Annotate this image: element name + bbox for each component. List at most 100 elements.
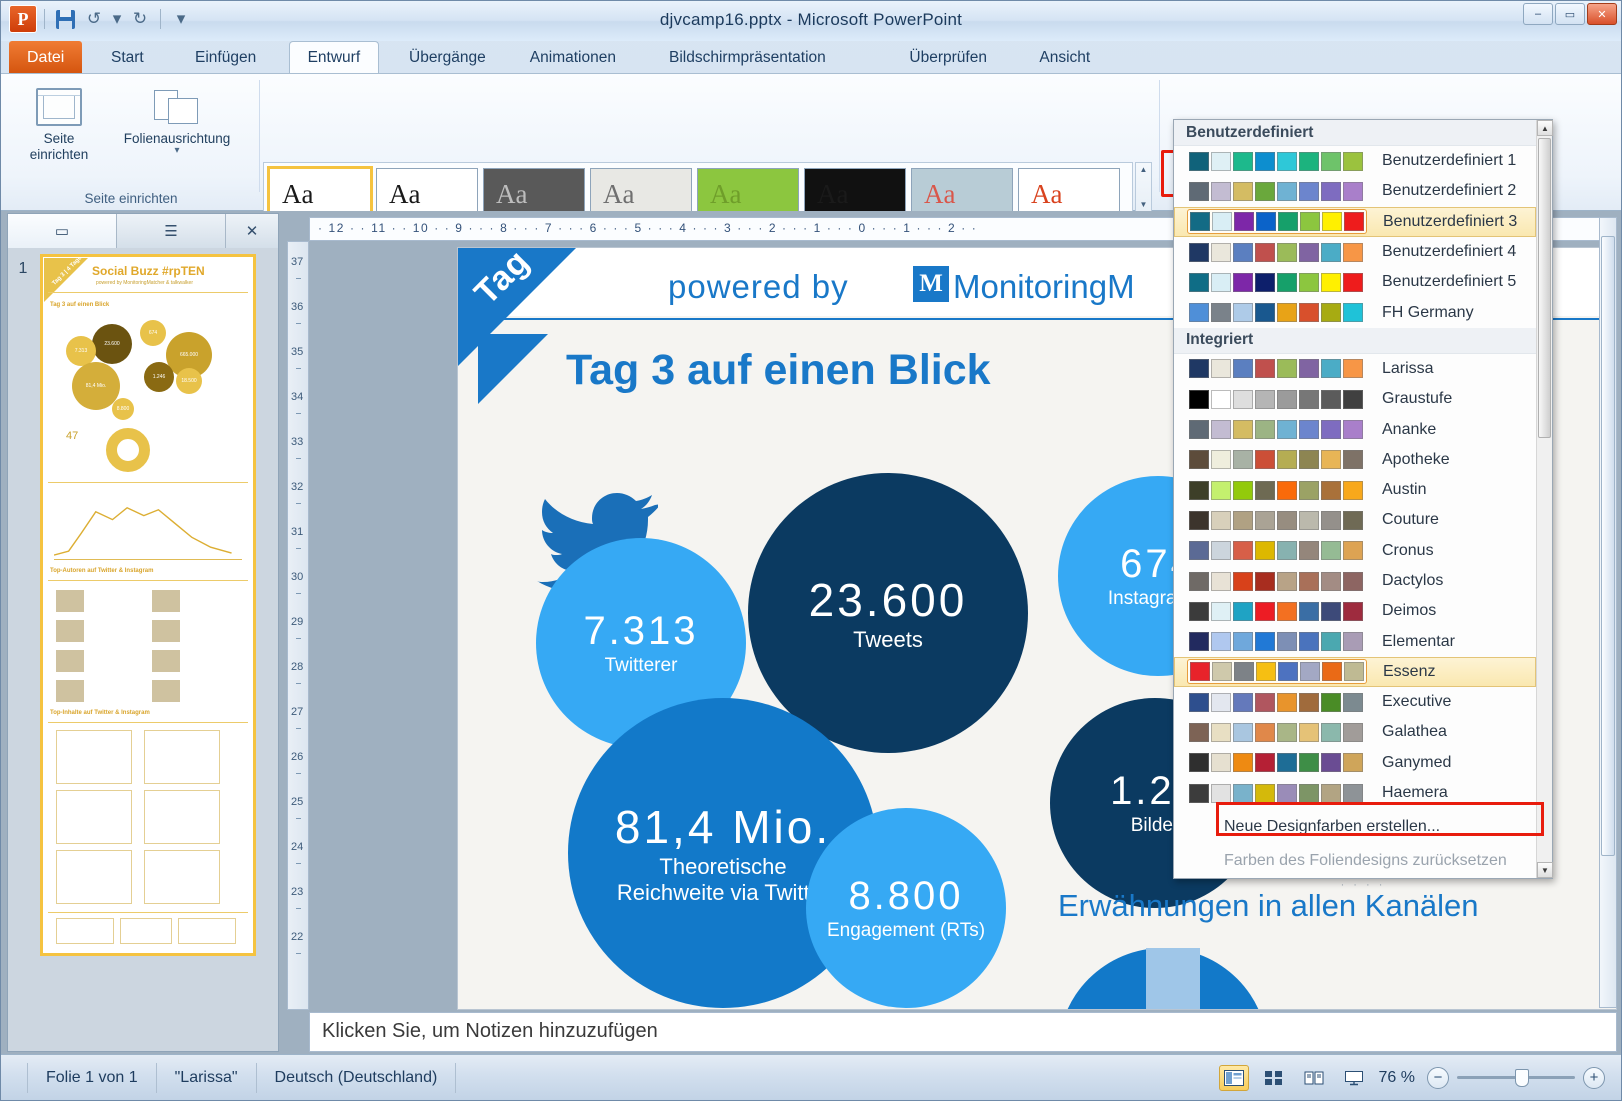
- tab-slides[interactable]: ▭: [8, 214, 117, 248]
- color-theme-swatches: [1186, 417, 1366, 442]
- color-theme-item[interactable]: FH Germany: [1174, 297, 1536, 327]
- scroll-up-icon[interactable]: ▲: [1537, 120, 1553, 136]
- design-thumbnail-letters: Aa: [924, 179, 956, 209]
- bubble-engagement: 8.800 Engagement (RTs): [806, 808, 1006, 1008]
- zoom-slider[interactable]: [1457, 1069, 1575, 1087]
- reading-view-icon[interactable]: [1299, 1065, 1329, 1091]
- color-theme-name: Benutzerdefiniert 5: [1382, 273, 1517, 291]
- color-theme-item[interactable]: Benutzerdefiniert 3: [1174, 206, 1536, 237]
- color-theme-item[interactable]: Austin: [1174, 475, 1536, 505]
- color-theme-item[interactable]: Executive: [1174, 687, 1536, 717]
- dropdown-scrollbar-thumb[interactable]: [1538, 138, 1551, 438]
- color-theme-swatches: [1186, 447, 1366, 472]
- maximize-button[interactable]: ▭: [1555, 3, 1585, 25]
- status-view-controls: 76 % − +: [1218, 1064, 1621, 1091]
- tab--berpr-fen[interactable]: Überprüfen: [891, 41, 1005, 74]
- vruler-tick: 31: [291, 526, 304, 538]
- status-language[interactable]: Deutsch (Deutschland): [257, 1062, 457, 1093]
- dropdown-grip[interactable]: · · · ·: [1174, 879, 1552, 891]
- color-theme-item[interactable]: Ananke: [1174, 414, 1536, 444]
- tab-ansicht[interactable]: Ansicht: [1021, 41, 1108, 74]
- color-theme-item[interactable]: Benutzerdefiniert 2: [1174, 176, 1536, 206]
- color-theme-item[interactable]: Couture: [1174, 505, 1536, 535]
- color-theme-item[interactable]: Elementar: [1174, 626, 1536, 656]
- zoom-in-button[interactable]: +: [1583, 1066, 1605, 1089]
- vruler-tick: 28: [291, 661, 304, 673]
- gallery-scroll-down-icon[interactable]: ▼: [1140, 200, 1148, 209]
- tab-animationen[interactable]: Animationen: [512, 41, 634, 74]
- color-theme-item[interactable]: Deimos: [1174, 596, 1536, 626]
- scrollbar-thumb[interactable]: [1601, 236, 1615, 856]
- colors-dropdown-menu[interactable]: Benutzerdefiniert Benutzerdefiniert 1 Ben…: [1173, 119, 1553, 891]
- reset-theme-colors-item[interactable]: Farben des Foliendesigns zurücksetzen: [1174, 844, 1552, 878]
- color-theme-item[interactable]: Ganymed: [1174, 748, 1536, 778]
- slide-list-item[interactable]: 1 Tag 3 | 4 Tage Social Buzz #rpTEN powe…: [12, 254, 274, 956]
- slide-orientation-button[interactable]: Folienausrichtung ▾: [103, 88, 251, 156]
- color-theme-swatches: [1186, 149, 1366, 174]
- color-theme-item[interactable]: Benutzerdefiniert 1: [1174, 146, 1536, 176]
- vruler-tick: 33: [291, 436, 304, 448]
- color-theme-name: Haemera: [1382, 784, 1448, 802]
- chevron-down-icon[interactable]: ▾: [174, 146, 179, 156]
- design-thumbnail-letters: Aa: [817, 179, 849, 209]
- tab-entwurf[interactable]: Entwurf: [288, 41, 380, 74]
- slide-thumbnail-selected[interactable]: Tag 3 | 4 Tage Social Buzz #rpTEN powere…: [40, 254, 256, 956]
- color-theme-swatches: [1186, 629, 1366, 654]
- tab-bildschirmpr-sentation[interactable]: Bildschirmpräsentation: [651, 41, 844, 74]
- color-theme-swatches: [1186, 750, 1366, 775]
- slide-sorter-icon[interactable]: [1259, 1065, 1289, 1091]
- tab--berg-nge[interactable]: Übergänge: [391, 41, 504, 74]
- design-thumbnail-letters: Aa: [1031, 179, 1063, 209]
- vruler-tick: 24: [291, 841, 304, 853]
- color-theme-item[interactable]: Benutzerdefiniert 4: [1174, 237, 1536, 267]
- create-new-highlight: [1216, 802, 1544, 836]
- slide-thumbnail-content: Tag 3 | 4 Tage Social Buzz #rpTEN powere…: [44, 258, 252, 952]
- close-button[interactable]: ✕: [1587, 3, 1617, 25]
- color-theme-name: Benutzerdefiniert 2: [1382, 182, 1517, 200]
- color-theme-item[interactable]: Dactylos: [1174, 566, 1536, 596]
- mini-section-1: Tag 3 auf einen Blick: [50, 302, 110, 308]
- tab-start[interactable]: Start: [93, 41, 162, 74]
- status-theme-name[interactable]: "Larissa": [157, 1062, 257, 1093]
- dropdown-section-builtin: Integriert: [1174, 327, 1536, 354]
- slideshow-icon[interactable]: [1339, 1065, 1369, 1091]
- gallery-scroll-up-icon[interactable]: ▲: [1140, 165, 1148, 174]
- minimize-button[interactable]: –: [1523, 3, 1553, 25]
- zoom-percent[interactable]: 76 %: [1379, 1069, 1415, 1087]
- tab-datei[interactable]: Datei: [9, 41, 83, 74]
- color-theme-item[interactable]: Apotheke: [1174, 445, 1536, 475]
- slide-brand-name: MonitoringM: [953, 268, 1135, 305]
- status-slide-counter[interactable]: Folie 1 von 1: [27, 1062, 157, 1093]
- vruler-tick: 25: [291, 796, 304, 808]
- color-theme-item[interactable]: Benutzerdefiniert 5: [1174, 267, 1536, 297]
- color-theme-item[interactable]: Graustufe: [1174, 384, 1536, 414]
- color-theme-item[interactable]: Galathea: [1174, 717, 1536, 747]
- monitoring-matcher-logo-icon: M: [913, 266, 949, 302]
- color-theme-swatches: [1186, 720, 1366, 745]
- notes-pane[interactable]: Klicken Sie, um Notizen hinzuzufügen: [309, 1012, 1617, 1052]
- page-setup-button[interactable]: Seite einrichten: [19, 88, 99, 163]
- color-theme-swatches: [1187, 659, 1367, 685]
- zoom-slider-handle[interactable]: [1515, 1069, 1529, 1087]
- bubble-tweets: 23.600 Tweets: [748, 473, 1028, 753]
- dropdown-scrollbar[interactable]: ▲ ▼: [1536, 120, 1553, 878]
- color-theme-item[interactable]: Cronus: [1174, 536, 1536, 566]
- title-bar: P ↺ ▾ ↻ ▾ djvcamp16.pptx - Microsoft Pow…: [1, 1, 1621, 41]
- color-theme-swatches: [1186, 300, 1366, 325]
- design-thumbnail-letters: Aa: [389, 179, 421, 209]
- normal-view-icon[interactable]: [1218, 1064, 1249, 1091]
- color-theme-name: Ananke: [1382, 420, 1437, 438]
- color-theme-item[interactable]: Essenz: [1174, 656, 1536, 688]
- page-setup-label-2: einrichten: [29, 147, 89, 162]
- vertical-scrollbar[interactable]: [1599, 217, 1617, 1008]
- close-panel-button[interactable]: ✕: [226, 214, 278, 248]
- vertical-ruler: 37 36 35 34 33 32 31 30 29 28 27 26 25 24 23 22: [287, 241, 309, 1010]
- color-theme-swatches: [1186, 569, 1366, 594]
- zoom-out-button[interactable]: −: [1427, 1066, 1449, 1089]
- color-theme-name: Elementar: [1382, 632, 1455, 650]
- colors-theme-list[interactable]: Benutzerdefiniert 1 Benutzerdefiniert 2 Be…: [1174, 146, 1536, 808]
- tab-einf-gen[interactable]: Einfügen: [177, 41, 274, 74]
- tab-outline[interactable]: ☰: [117, 214, 226, 248]
- color-theme-item[interactable]: Larissa: [1174, 354, 1536, 384]
- slides-panel-tabs: ▭ ☰ ✕: [8, 214, 278, 248]
